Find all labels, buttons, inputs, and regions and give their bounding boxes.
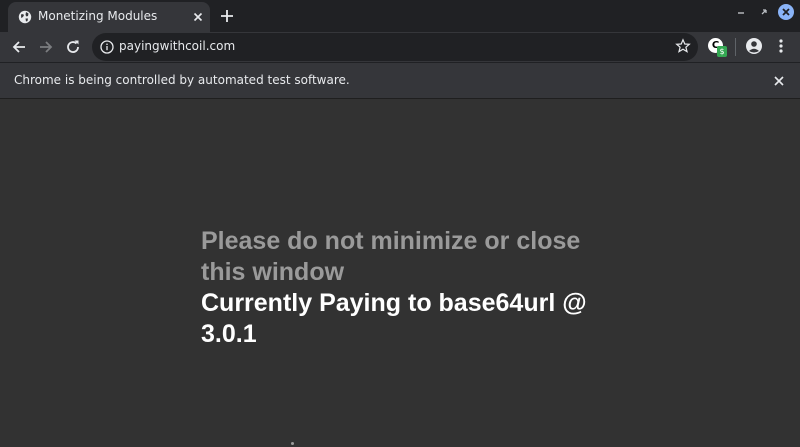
back-arrow-icon[interactable] [10, 38, 28, 56]
restore-icon[interactable] [757, 5, 771, 19]
close-icon [782, 8, 790, 16]
automation-infobar: Chrome is being controlled by automated … [0, 62, 800, 99]
page-content: Please do not minimize or close this win… [0, 99, 800, 447]
infobar-message: Chrome is being controlled by automated … [14, 73, 350, 87]
tab-monetizing-modules[interactable]: Monetizing Modules [8, 2, 210, 32]
bookmark-star-icon[interactable] [675, 38, 691, 54]
paying-status-text: Currently Paying to base64url @ 3.0.1 [201, 289, 587, 348]
toolbar-divider [735, 38, 736, 56]
url-text[interactable]: payingwithcoil.com [119, 39, 235, 53]
minimize-icon[interactable] [734, 5, 748, 19]
profile-avatar-icon[interactable] [745, 37, 763, 55]
warning-text: Please do not minimize or close this win… [201, 227, 581, 286]
address-bar[interactable]: payingwithcoil.com [92, 33, 698, 61]
status-message: Please do not minimize or close this win… [201, 226, 621, 350]
browser-toolbar: payingwithcoil.com C $ [0, 32, 800, 62]
site-info-icon[interactable] [100, 40, 114, 54]
close-icon[interactable] [772, 74, 786, 88]
coil-extension-icon[interactable]: C $ [708, 37, 728, 57]
cursor-mark [291, 442, 294, 445]
more-menu-icon[interactable] [774, 37, 788, 55]
globe-icon [18, 10, 32, 24]
new-tab-icon[interactable] [219, 8, 235, 24]
paying-badge: $ [717, 46, 727, 57]
reload-icon[interactable] [64, 38, 82, 56]
tab-strip: Monetizing Modules [0, 0, 800, 32]
close-tab-icon[interactable] [191, 10, 205, 24]
tab-title: Monetizing Modules [38, 9, 158, 23]
window-close-button[interactable] [778, 4, 794, 20]
forward-arrow-icon[interactable] [37, 38, 55, 56]
